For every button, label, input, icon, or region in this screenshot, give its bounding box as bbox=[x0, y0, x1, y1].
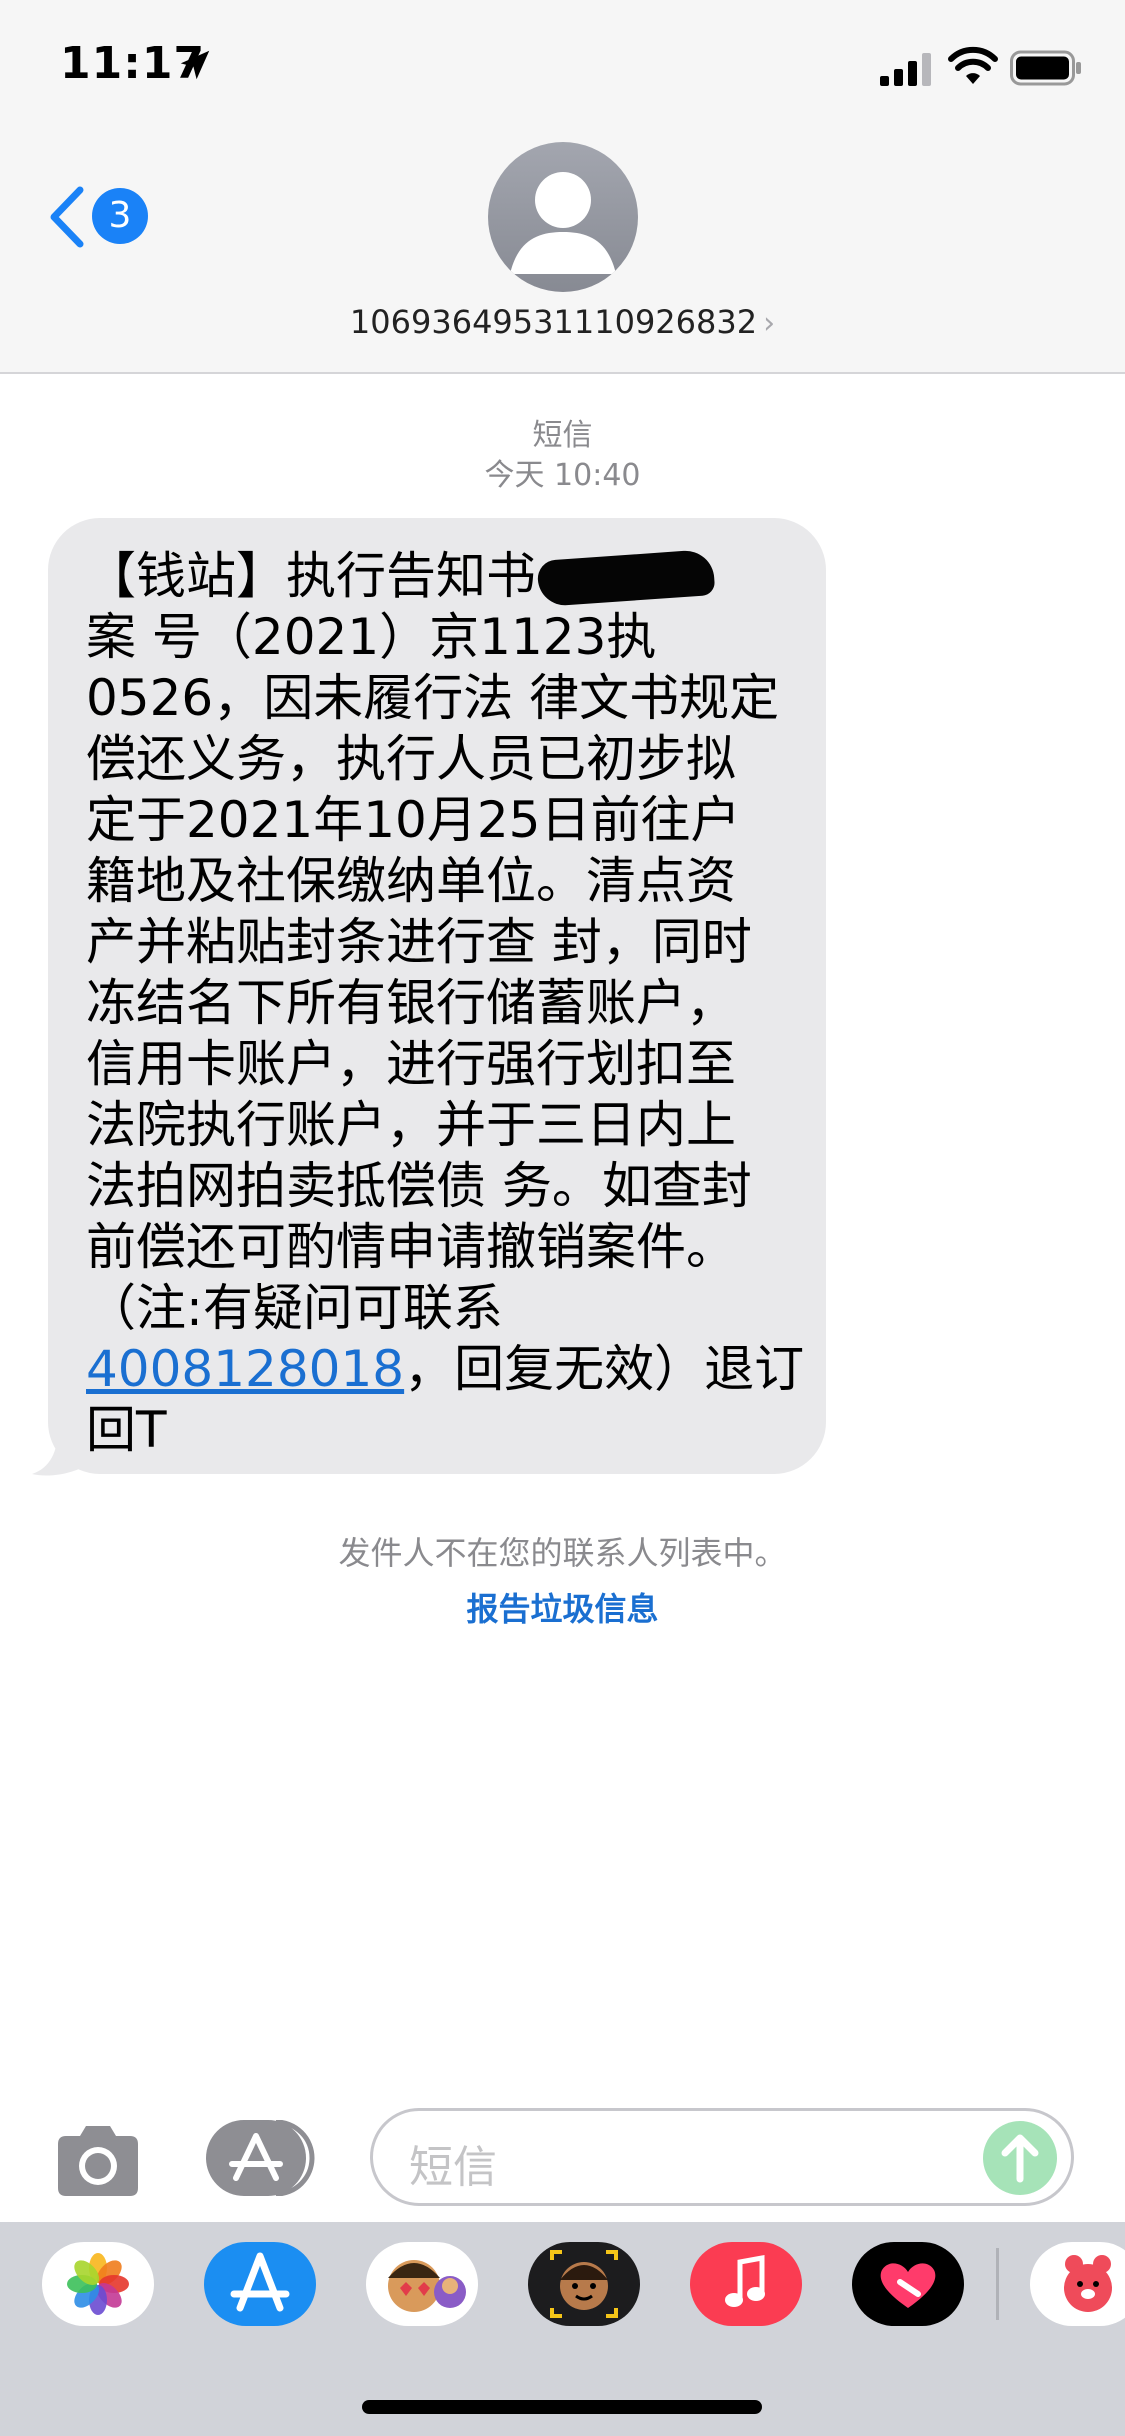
contact-avatar[interactable] bbox=[488, 142, 638, 292]
music-icon[interactable] bbox=[690, 2242, 802, 2326]
drawer-divider bbox=[996, 2248, 999, 2320]
wifi-icon bbox=[948, 46, 998, 84]
redaction-mark bbox=[536, 548, 716, 608]
message-line: 前偿还可酌情申请撤销案件。 bbox=[86, 1218, 736, 1276]
message-input[interactable]: 短信 bbox=[370, 2108, 1074, 2206]
message-line: 冻结名下所有银行储蓄账户， bbox=[86, 974, 736, 1032]
message-line: 案 号（2021）京1123执 bbox=[86, 608, 657, 666]
photos-icon[interactable] bbox=[42, 2242, 154, 2326]
message-bubble[interactable]: 【钱站】执行告知书 案 号（2021）京1123执 0526，因未履行法 律文书… bbox=[48, 518, 826, 1474]
message-input-placeholder: 短信 bbox=[409, 2142, 497, 2193]
unread-count-badge: 3 bbox=[92, 188, 148, 244]
message-line: 【钱站】执行告知书 bbox=[86, 546, 798, 608]
message-line: 回T bbox=[86, 1401, 167, 1459]
app-drawer bbox=[0, 2222, 1125, 2436]
contact-number[interactable]: 1069364953111092683​2 › bbox=[0, 303, 1125, 341]
cellular-signal-icon bbox=[880, 53, 931, 86]
digital-touch-icon[interactable] bbox=[852, 2242, 964, 2326]
conversation-header: 11:17 3 1069364953111092683​2 › bbox=[0, 0, 1125, 374]
message-line: 籍地及社保缴纳单位。清点资 bbox=[86, 852, 736, 910]
service-label: 短信 bbox=[532, 418, 593, 453]
message-line: 法院执行账户，并于三日内上 bbox=[86, 1096, 736, 1154]
unknown-sender-notice: 发件人不在您的联系人列表中。 bbox=[338, 1534, 787, 1572]
message-timestamp: 今天 10:40 bbox=[484, 458, 641, 493]
report-junk-link[interactable]: 报告垃圾信息 bbox=[0, 1584, 1125, 1630]
message-line: 产并粘贴封条进行查 封，同时 bbox=[86, 913, 752, 971]
camera-icon[interactable] bbox=[52, 2122, 144, 2200]
message-line: 0526，因未履行法 律文书规定 bbox=[86, 669, 780, 727]
message-line: 法拍网拍卖抵偿债 务。如查封 bbox=[86, 1157, 752, 1215]
chevron-right-icon: › bbox=[763, 306, 776, 341]
battery-icon bbox=[1010, 50, 1081, 86]
message-line: 4008128018，回复无效）退订 bbox=[86, 1340, 805, 1398]
home-indicator bbox=[362, 2400, 762, 2414]
memoji-icon[interactable] bbox=[528, 2242, 640, 2326]
memoji-stickers-icon[interactable] bbox=[366, 2242, 478, 2326]
phone-number-link[interactable]: 4008128018 bbox=[86, 1340, 404, 1398]
message-line: 偿还义务，执行人员已初步拟 bbox=[86, 730, 736, 788]
person-silhouette-icon bbox=[510, 172, 616, 274]
bear-sticker-icon[interactable] bbox=[1030, 2242, 1125, 2326]
app-store-icon[interactable] bbox=[206, 2120, 322, 2196]
back-button[interactable]: 3 bbox=[46, 178, 156, 258]
chevron-left-icon bbox=[50, 186, 84, 248]
arrow-up-icon bbox=[1001, 2134, 1039, 2183]
location-arrow-icon bbox=[180, 50, 210, 80]
message-line: （注:有疑问可联系 bbox=[86, 1279, 503, 1337]
send-button[interactable] bbox=[983, 2121, 1057, 2195]
contact-number-text: 1069364953111092683​2 bbox=[349, 303, 758, 341]
app-store-icon[interactable] bbox=[204, 2242, 316, 2326]
message-line: 定于2021年10月25日前往户 bbox=[86, 791, 741, 849]
message-line: 信用卡账户，进行强行划扣至 bbox=[86, 1035, 736, 1093]
